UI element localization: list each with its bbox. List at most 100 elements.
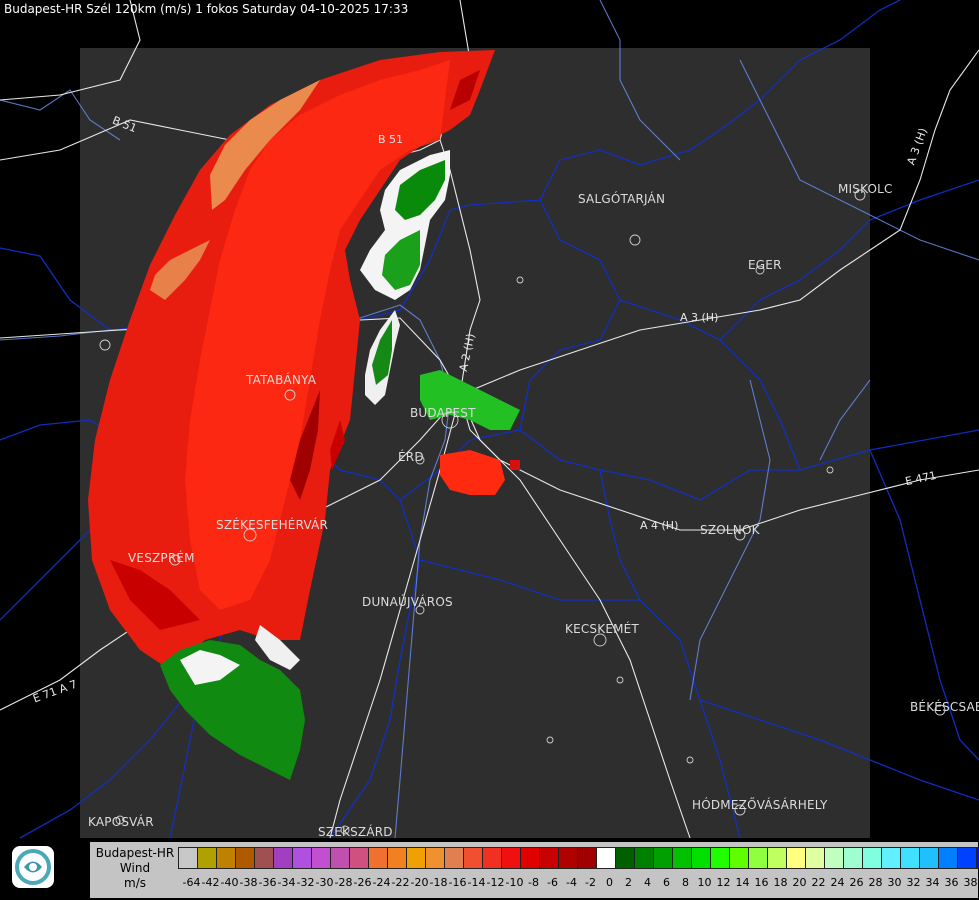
legend-tick-label: -12: [486, 876, 505, 889]
legend-tick-label: 14: [735, 876, 750, 889]
legend-swatch: [672, 847, 692, 869]
legend-swatch: [311, 847, 331, 869]
legend-tick-label: -64: [182, 876, 201, 889]
legend-tick-label: -42: [201, 876, 220, 889]
legend-swatch: [463, 847, 483, 869]
legend-tick-label: 36: [944, 876, 959, 889]
legend-swatch: [501, 847, 521, 869]
legend-swatch: [178, 847, 198, 869]
legend-tick-label: 28: [868, 876, 883, 889]
legend-tick-label: -36: [258, 876, 277, 889]
legend-swatch: [539, 847, 559, 869]
legend-tick-label: 38: [963, 876, 978, 889]
city-label-szekesfehervar: SZÉKESFEHÉRVÁR: [216, 518, 329, 532]
legend-swatch: [900, 847, 920, 869]
legend-swatch: [919, 847, 939, 869]
legend-tick-label: -14: [467, 876, 486, 889]
legend-tick-label: -6: [547, 876, 558, 889]
legend-tick-label: 24: [830, 876, 845, 889]
legend-tick-label: -2: [585, 876, 596, 889]
city-label-budapest: BUDAPEST: [410, 406, 476, 420]
legend-swatch: [824, 847, 844, 869]
legend-tick-label: -38: [239, 876, 258, 889]
legend-swatch: [748, 847, 768, 869]
legend-swatch: [292, 847, 312, 869]
road-label-a3: A 3 (H): [680, 311, 719, 324]
legend-tick-label: 2: [625, 876, 632, 889]
legend-tick-label: 26: [849, 876, 864, 889]
legend-swatch: [197, 847, 217, 869]
legend-swatch: [577, 847, 597, 869]
legend-tick-label: -20: [410, 876, 429, 889]
legend-swatch: [843, 847, 863, 869]
legend-swatch: [349, 847, 369, 869]
road-label-b51: B 51: [378, 133, 404, 146]
legend-swatch: [425, 847, 445, 869]
legend-tick-label: -4: [566, 876, 577, 889]
legend-tick-label: -16: [448, 876, 467, 889]
weather-service-logo: [12, 846, 54, 888]
legend-tick-label: 20: [792, 876, 807, 889]
legend-swatch: [653, 847, 673, 869]
legend-tick-label: -26: [353, 876, 372, 889]
city-label-szolnok: SZOLNOK: [700, 523, 760, 537]
legend-swatch: [938, 847, 958, 869]
legend-swatch: [558, 847, 578, 869]
legend-swatch: [805, 847, 825, 869]
legend-tick-label: -22: [391, 876, 410, 889]
legend-tick-label: -8: [528, 876, 539, 889]
legend-tick-label: 4: [644, 876, 651, 889]
legend-swatch: [767, 847, 787, 869]
radar-map: [0, 0, 979, 900]
legend-swatch: [729, 847, 749, 869]
legend-swatch: [881, 847, 901, 869]
map-title: Budapest-HR Szél 120km (m/s) 1 fokos Sat…: [4, 2, 409, 16]
legend-tick-label: -30: [315, 876, 334, 889]
legend-tick-label: 32: [906, 876, 921, 889]
city-label-miskolc: MISKOLC: [838, 182, 893, 196]
city-label-bekescsaba: BÉKÉSCSABA: [910, 700, 979, 714]
city-label-tatabanya: TATABÁNYA: [246, 373, 317, 387]
legend-tick-label: 0: [606, 876, 613, 889]
legend-tick-label: 6: [663, 876, 670, 889]
legend-tick-label: 8: [682, 876, 689, 889]
legend-ticks: -64 -42 -40 -38 -36 -34 -32 -30 -28 -26 -24 -22 -20-…: [182, 876, 979, 889]
legend-tick-label: 12: [716, 876, 731, 889]
city-label-kaposvar: KAPOSVÁR: [88, 815, 154, 829]
road-label-a4: A 4 (H): [640, 519, 679, 532]
city-label-salgotarjan: SALGÓTARJÁN: [578, 192, 666, 206]
legend-swatch: [691, 847, 711, 869]
legend-swatch: [615, 847, 635, 869]
legend-tick-label: -40: [220, 876, 239, 889]
city-label-erd: ÉRD: [398, 450, 424, 464]
legend-title: Budapest-HR Wind m/s: [95, 846, 175, 890]
legend-swatch: [368, 847, 388, 869]
legend-swatch: [235, 847, 255, 869]
legend-swatch: [957, 847, 977, 869]
legend-swatch: [444, 847, 464, 869]
legend-tick-label: -32: [296, 876, 315, 889]
legend-tick-label: 16: [754, 876, 769, 889]
legend-swatch: [862, 847, 882, 869]
city-label-veszprem: VESZPRÉM: [128, 551, 195, 565]
city-label-szekszard: SZEKSZÁRD: [318, 825, 393, 839]
city-label-dunaujvaros: DUNAÚJVÁROS: [362, 595, 453, 609]
legend-tick-label: 22: [811, 876, 826, 889]
wind-legend: Budapest-HR Wind m/s -64 -42 -40 -38 -36 -34-…: [90, 842, 979, 898]
legend-swatch: [482, 847, 502, 869]
legend-tick-label: -10: [505, 876, 524, 889]
legend-swatch: [254, 847, 274, 869]
legend-tick-label: 10: [697, 876, 712, 889]
legend-swatches: [178, 847, 979, 869]
legend-swatch: [634, 847, 654, 869]
legend-tick-label: -24: [372, 876, 391, 889]
legend-tick-label: 30: [887, 876, 902, 889]
legend-tick-label: -28: [334, 876, 353, 889]
legend-swatch: [387, 847, 407, 869]
legend-swatch: [596, 847, 616, 869]
city-label-hodmezovasarhely: HÓDMEZŐVÁSÁRHELY: [692, 798, 828, 812]
city-label-kecskemet: KECSKEMÉT: [565, 622, 639, 636]
legend-swatch: [330, 847, 350, 869]
legend-tick-label: 18: [773, 876, 788, 889]
legend-tick-label: -34: [277, 876, 296, 889]
